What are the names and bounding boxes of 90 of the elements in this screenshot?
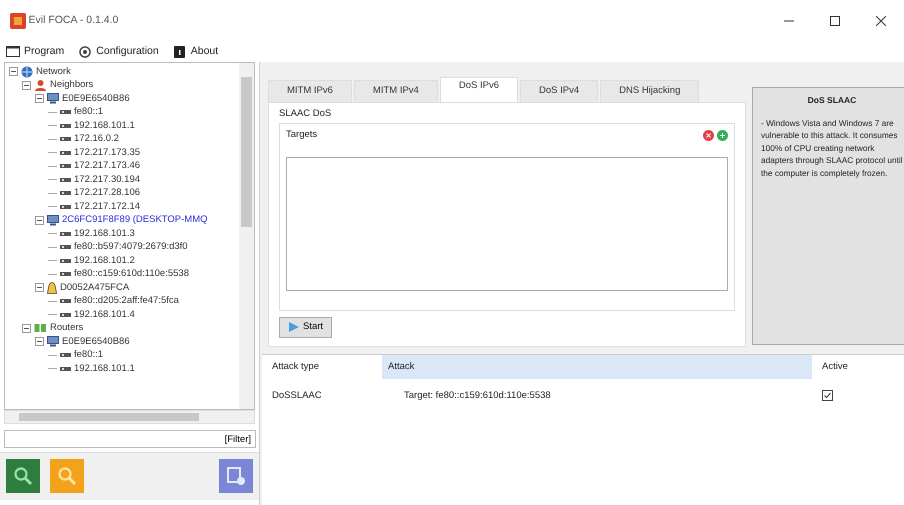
network-card-icon <box>60 150 71 156</box>
network-card-icon <box>60 352 71 358</box>
tree-item[interactable]: 2C6FC91F8F89 (DESKTOP-MMQ <box>62 213 208 228</box>
tree-item[interactable]: 172.217.172.14 <box>74 200 140 214</box>
tab[interactable]: DoS IPv4 <box>520 80 598 102</box>
column-header[interactable]: Active <box>812 360 892 374</box>
search-icon <box>57 466 77 486</box>
tree-item[interactable]: 172.217.173.35 <box>74 146 140 160</box>
tree-item[interactable]: 172.217.28.106 <box>74 186 140 200</box>
window-title: Evil FOCA - 0.1.4.0 <box>28 13 120 28</box>
app-logo-icon <box>10 13 26 29</box>
menu-item[interactable]: Program <box>6 44 64 60</box>
collapse-toggle[interactable] <box>22 80 31 90</box>
column-header[interactable]: Attack type <box>262 360 382 374</box>
globe-icon <box>21 66 33 78</box>
computer-icon <box>47 93 59 104</box>
tree-item[interactable]: 192.168.101.3 <box>74 226 135 241</box>
computer-icon <box>47 214 59 226</box>
network-card-icon <box>60 230 71 237</box>
close-icon[interactable] <box>876 16 886 26</box>
menu-item[interactable]: Configuration <box>78 44 159 60</box>
add-icon[interactable] <box>717 130 728 141</box>
network-card-icon <box>60 109 71 116</box>
tree-item[interactable]: 192.168.101.2 <box>74 254 135 268</box>
tab[interactable]: MITM IPv4 <box>354 80 438 102</box>
collapse-toggle[interactable] <box>35 94 44 104</box>
network-card-icon <box>60 122 71 129</box>
search-button[interactable] <box>6 459 40 493</box>
monitor-icon <box>226 466 246 486</box>
collapse-toggle[interactable] <box>9 67 18 76</box>
tab[interactable]: DNS Hijacking <box>600 80 700 102</box>
info-title: DoS SLAAC <box>806 94 858 107</box>
tab[interactable]: DoS IPv6 <box>440 77 518 102</box>
search-icon <box>13 466 33 486</box>
tree-item[interactable]: fe80::d205:2aff:fe47:5fca <box>74 294 179 308</box>
play-icon <box>288 321 300 334</box>
tree-item[interactable]: Routers <box>50 321 84 336</box>
network-card-icon <box>60 258 71 264</box>
computer-icon <box>47 336 59 348</box>
network-card-icon <box>60 204 71 210</box>
collapse-toggle[interactable] <box>35 283 44 292</box>
tree-item[interactable]: 192.168.101.1 <box>74 118 135 133</box>
tree-item[interactable]: 192.168.101.4 <box>74 308 135 322</box>
network-card-icon <box>60 190 71 196</box>
collapse-toggle[interactable] <box>35 216 44 225</box>
tree-item[interactable]: Network <box>36 64 71 79</box>
checkbox[interactable] <box>822 390 833 401</box>
tree-item[interactable]: E0E9E6540B86 <box>62 92 130 106</box>
network-card-icon <box>60 136 71 142</box>
start-button[interactable]: Start <box>279 317 332 338</box>
group-label: SLAAC DoS <box>279 107 332 121</box>
tree-item[interactable]: fe80::c159:610d:110e:5538 <box>74 267 189 282</box>
gear-icon <box>78 45 92 59</box>
info-text: - Windows Vista and Windows 7 are vulnerable to this attack. It consumes 100% of CPU creating network adapters through SLAAC protocol until the computer is completely frozen. <box>761 116 903 179</box>
tab[interactable]: MITM IPv6 <box>268 80 352 102</box>
targets-label: Targets <box>286 128 318 142</box>
tree-item[interactable]: fe80::1 <box>74 348 104 362</box>
people-icon <box>34 79 47 92</box>
network-card-icon <box>60 244 71 250</box>
tree-item[interactable]: fe80::b597:4079:2679:d3f0 <box>74 240 188 254</box>
table-cell-text: Target: fe80::c159:610d:110e:5538 <box>403 388 552 403</box>
tree-item[interactable]: 192.168.101.1 <box>74 362 135 376</box>
remove-icon[interactable] <box>703 130 714 141</box>
collapse-toggle[interactable] <box>35 337 44 346</box>
tree-item[interactable]: 172.217.30.194 <box>74 172 140 187</box>
window-icon <box>6 45 20 59</box>
vertical-scrollbar[interactable] <box>239 63 254 409</box>
menu-item[interactable]: About <box>172 44 218 60</box>
network-card-icon <box>60 312 71 318</box>
tree-item[interactable]: fe80::1 <box>74 105 104 120</box>
penguin-icon <box>47 282 57 294</box>
network-card-icon <box>60 298 71 304</box>
tree-item[interactable]: 172.16.0.2 <box>74 132 119 146</box>
tree-item[interactable]: D0052A475FCA <box>60 280 130 295</box>
tree-item[interactable]: E0E9E6540B86 <box>62 334 130 349</box>
tree-item[interactable]: 172.217.173.46 <box>74 159 140 174</box>
network-card-icon <box>60 366 71 372</box>
collapse-toggle[interactable] <box>22 324 31 333</box>
table-cell-text: DoSSLAAC <box>271 388 323 403</box>
column-header[interactable]: Attack <box>382 355 812 379</box>
monitor-button[interactable] <box>219 459 253 493</box>
network-card-icon <box>60 271 71 278</box>
info-icon <box>172 45 187 59</box>
network-card-icon <box>60 176 71 183</box>
network-card-icon <box>60 163 71 170</box>
horizontal-scrollbar[interactable] <box>4 410 255 424</box>
filter-field[interactable]: [Filter] <box>4 430 256 448</box>
maximize-icon[interactable] <box>830 16 840 26</box>
tree-item[interactable]: Neighbors <box>50 78 94 92</box>
router-icon <box>34 323 47 334</box>
